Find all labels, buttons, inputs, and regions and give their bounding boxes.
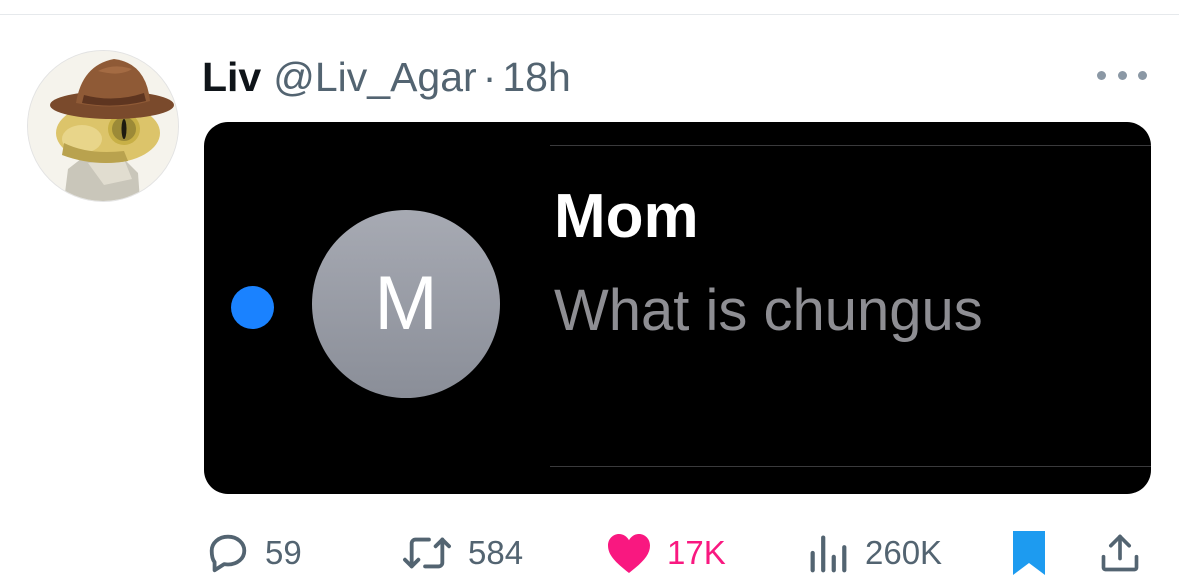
author-avatar[interactable] (27, 50, 179, 202)
gecko-avatar-image (28, 51, 178, 201)
message-sender-name: Mom (554, 182, 699, 251)
tweet-timestamp[interactable]: 18h (502, 54, 570, 101)
header-separator: · (482, 53, 497, 100)
contact-avatar-initial: M (374, 261, 438, 346)
media-divider-top (550, 145, 1151, 146)
reply-icon (209, 534, 247, 572)
top-divider (0, 14, 1179, 15)
author-handle[interactable]: @Liv_Agar (273, 54, 476, 101)
retweet-button[interactable]: 584 (400, 525, 523, 580)
bookmark-button[interactable] (1010, 525, 1048, 580)
like-button[interactable]: 17K (605, 525, 726, 580)
contact-avatar: M (312, 210, 500, 398)
retweet-icon (403, 537, 451, 568)
retweet-count: 584 (468, 533, 524, 571)
author-display-name[interactable]: Liv (202, 54, 261, 101)
message-preview-text: What is chungus (554, 278, 983, 343)
more-icon[interactable] (1097, 64, 1147, 86)
unread-indicator-icon (231, 286, 274, 329)
tweet-media-image[interactable]: M Mom What is chungus (204, 122, 1151, 494)
bookmark-icon (1013, 530, 1045, 575)
share-icon (1101, 534, 1139, 571)
like-icon (608, 533, 650, 573)
tweet-action-bar: 59 584 17K 260K (0, 525, 1179, 580)
media-divider-bottom (550, 466, 1151, 467)
like-count: 17K (667, 533, 726, 571)
reply-button[interactable]: 59 (205, 525, 302, 580)
reply-count: 59 (265, 533, 302, 571)
share-button[interactable] (1098, 525, 1142, 580)
tweet-header: Liv @Liv_Agar · 18h (202, 52, 571, 102)
views-button[interactable]: 260K (805, 525, 942, 580)
views-icon (810, 535, 847, 572)
views-count: 260K (865, 533, 943, 571)
